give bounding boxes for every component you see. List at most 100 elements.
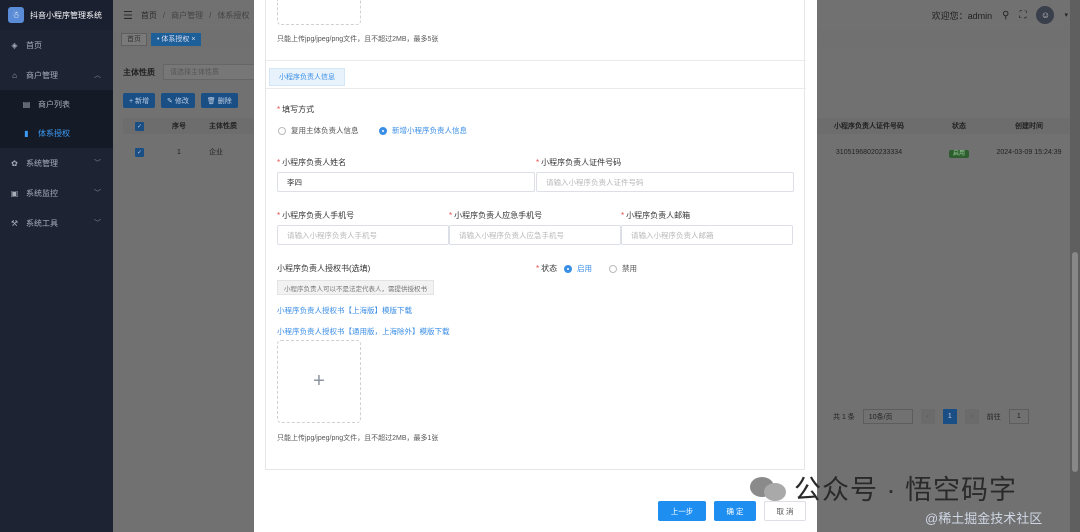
- breadcrumb-item: 体系授权: [217, 10, 250, 20]
- divider: [266, 60, 806, 61]
- email-field[interactable]: 请输入小程序负责人邮箱: [621, 225, 793, 245]
- avatar[interactable]: ☺: [1036, 6, 1055, 24]
- fullscreen-icon[interactable]: ⛶: [1019, 10, 1026, 21]
- breadcrumb-separator: /: [209, 10, 212, 20]
- upload-box-top[interactable]: [277, 0, 361, 25]
- radio-reuse[interactable]: 复用主体负责人信息: [278, 125, 359, 136]
- sidebar-item-merchant[interactable]: ⌂ 商户管理 ︿: [0, 60, 113, 90]
- list-icon: ▤: [22, 100, 31, 109]
- sidebar-item-tools[interactable]: ⚒ 系统工具 ﹀: [0, 208, 113, 238]
- radio-label: 复用主体负责人信息: [291, 126, 359, 135]
- header-right: 欢迎您：admin ⚲ ⛶ ☺ ▾: [932, 0, 1068, 30]
- radio-dot: [609, 264, 617, 273]
- delete-button[interactable]: 🗑 删除: [200, 93, 238, 108]
- watermark: 公众号 · 悟空码字: [750, 468, 1017, 507]
- sidebar-item-label: 系统监控: [26, 188, 58, 198]
- check-icon: ✓: [135, 147, 144, 157]
- chevron-down-icon: ﹀: [94, 160, 101, 167]
- page-number[interactable]: 1: [942, 409, 957, 424]
- gear-icon: ✿: [11, 158, 18, 168]
- monitor-icon: ▣: [10, 188, 19, 198]
- cell-status: 启用: [929, 148, 989, 158]
- status-label: * 状态: [536, 264, 558, 273]
- action-buttons: + 新增 ✎ 修改 🗑 删除: [123, 93, 238, 108]
- goto-label: 前往: [986, 413, 1001, 421]
- page-size-select[interactable]: 10条/页: [862, 409, 913, 424]
- pagination: 共 1 条 10条/页 ‹ 1 › 前往 1: [833, 409, 1029, 424]
- filter-select[interactable]: 请选择主体性质: [163, 64, 263, 80]
- breadcrumb-item[interactable]: 首页: [141, 10, 157, 21]
- sidebar-item-merchant-list[interactable]: ▤ 商户列表: [0, 90, 113, 119]
- radio-status-off[interactable]: 禁用: [609, 263, 637, 274]
- sidebar-item-label: 系统管理: [26, 158, 58, 168]
- breadcrumb: 首页 / 商户管理 / 体系授权: [141, 10, 249, 21]
- sidebar-item-monitor[interactable]: ▣ 系统监控 ﹀: [0, 178, 113, 208]
- sidebar-item-label: 首页: [26, 40, 42, 50]
- caret-down-icon[interactable]: ▾: [1064, 11, 1068, 19]
- link-template-shanghai[interactable]: 小程序负责人授权书【上海版】模版下载: [277, 305, 412, 316]
- shop-icon: ⌂: [12, 70, 17, 80]
- radio-status-on[interactable]: 启用: [564, 263, 592, 274]
- goto-input[interactable]: 1: [1008, 409, 1029, 424]
- column-header: 序号: [172, 123, 186, 130]
- pager-total: 共 1 条: [833, 413, 855, 421]
- link-template-general[interactable]: 小程序负责人授权书【通用版，上海除外】模版下载: [277, 326, 450, 337]
- wechat-icon: [750, 473, 788, 503]
- emergency-phone-field[interactable]: 请输入小程序负责人应急手机号: [449, 225, 621, 245]
- check-icon: ✓: [135, 121, 144, 131]
- select-all-checkbox[interactable]: ✓: [135, 121, 149, 131]
- column-header: 状态: [952, 123, 966, 130]
- plus-icon: +: [313, 370, 325, 392]
- section-tab-owner[interactable]: 小程序负责人信息: [269, 68, 345, 86]
- tool-icon: ⚒: [10, 218, 19, 228]
- sidebar-item-label: 商户管理: [26, 70, 58, 80]
- phone-field[interactable]: 请输入小程序负责人手机号: [277, 225, 449, 245]
- column-header: 小程序负责人证件号码: [834, 123, 904, 130]
- radio-dot: [564, 264, 572, 273]
- auth-note: 小程序负责人可以不是法定代表人，需提供授权书: [277, 280, 434, 295]
- id-number-field[interactable]: 请输入小程序负责人证件号码: [536, 172, 794, 192]
- upload-hint-top: 只能上传jpg/jpeg/png文件，且不超过2MB，最多5张: [277, 36, 439, 43]
- next-page-icon[interactable]: ›: [964, 409, 979, 424]
- upload-hint-bottom: 只能上传jpg/jpeg/png文件，且不超过2MB，最多1张: [277, 435, 439, 442]
- auth-icon: ▮: [24, 129, 29, 138]
- status-badge: 启用: [948, 149, 969, 158]
- edit-button[interactable]: ✎ 修改: [161, 93, 195, 108]
- sidebar-item-auth[interactable]: ▮ 体系授权: [0, 119, 113, 148]
- search-icon[interactable]: ⚲: [1002, 10, 1009, 21]
- radio-new[interactable]: 新增小程序负责人信息: [379, 125, 467, 136]
- watermark-site: @稀土掘金技术社区: [925, 511, 1043, 526]
- scrollbar[interactable]: [1070, 0, 1080, 532]
- menu-toggle-icon[interactable]: ☰: [123, 9, 133, 22]
- radio-label: 禁用: [622, 264, 637, 273]
- phone-label: * 小程序负责人手机号: [277, 211, 355, 220]
- radio-dot: [379, 126, 387, 135]
- cell-id: 31051968020233334: [835, 148, 903, 156]
- breadcrumb-item[interactable]: 商户管理: [171, 10, 203, 21]
- scrollbar-thumb[interactable]: [1072, 252, 1078, 472]
- column-header: 创建时间: [1015, 123, 1043, 130]
- radio-label: 新增小程序负责人信息: [392, 126, 467, 135]
- tag-auth[interactable]: • 体系授权 ×: [151, 32, 202, 46]
- sidebar-item-home[interactable]: ◈ 首页: [0, 30, 113, 60]
- watermark-text: 公众号 · 悟空码字: [794, 475, 1017, 505]
- id-label: * 小程序负责人证件号码: [536, 158, 622, 167]
- add-button[interactable]: + 新增: [123, 93, 156, 108]
- upload-box[interactable]: +: [277, 340, 361, 423]
- radio-dot: [278, 126, 286, 135]
- chevron-down-icon: ﹀: [94, 190, 101, 197]
- auth-dialog: 只能上传jpg/jpeg/png文件，且不超过2MB，最多5张 小程序负责人信息…: [254, 0, 817, 532]
- breadcrumb-separator: /: [162, 10, 166, 20]
- fill-method-label: * 填写方式: [277, 105, 315, 114]
- radio-label: 启用: [577, 264, 592, 273]
- sidebar-item-system[interactable]: ✿ 系统管理 ﹀: [0, 148, 113, 178]
- prev-step-button[interactable]: 上一步: [658, 501, 706, 521]
- name-field[interactable]: 李四: [277, 172, 535, 192]
- filter-label: 主体性质: [123, 67, 155, 77]
- brand: ☃ 抖音小程序管理系统: [0, 0, 113, 30]
- tag-home[interactable]: 首页: [121, 32, 147, 46]
- row-checkbox[interactable]: ✓: [135, 147, 149, 157]
- dashboard-icon: ◈: [11, 40, 18, 50]
- prev-page-icon[interactable]: ‹: [920, 409, 935, 424]
- emergency-phone-label: * 小程序负责人应急手机号: [449, 211, 543, 220]
